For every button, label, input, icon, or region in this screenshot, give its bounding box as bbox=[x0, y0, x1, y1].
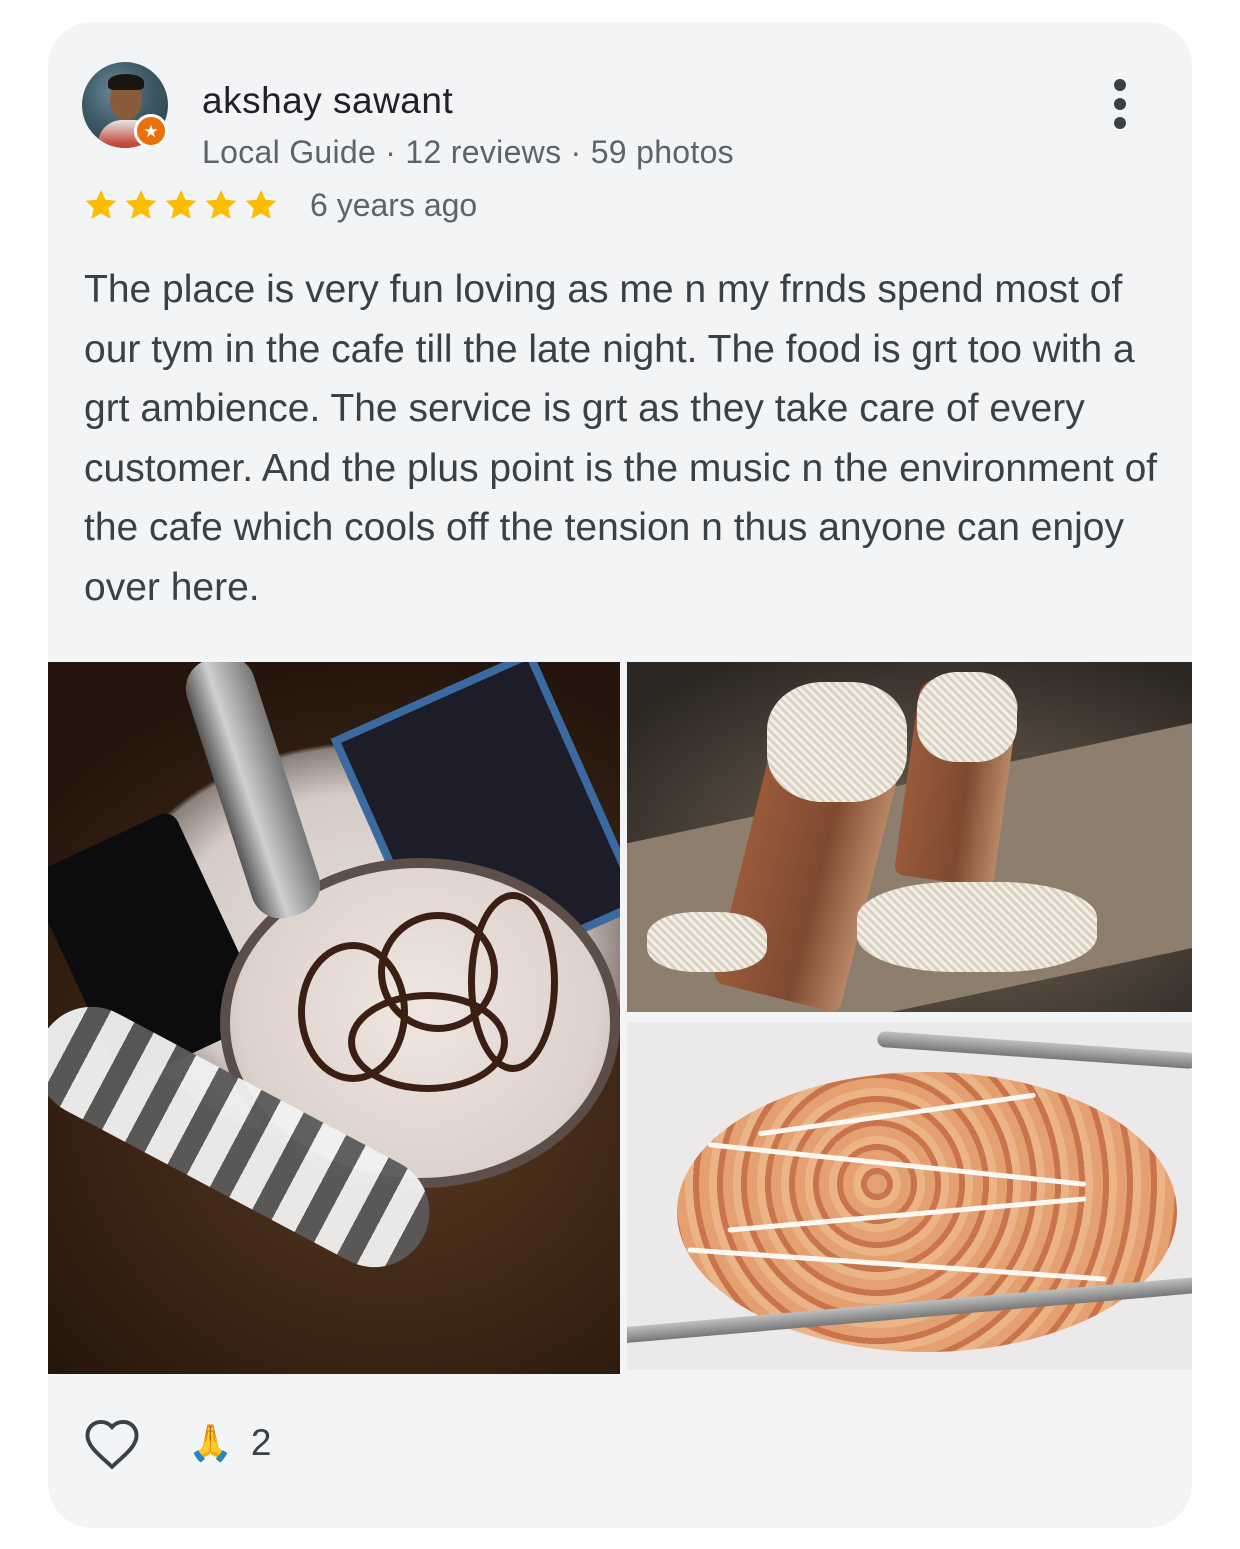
star-rating bbox=[82, 186, 280, 224]
review-photo-cheese-toast[interactable] bbox=[627, 662, 1192, 1012]
reaction-count: 2 bbox=[250, 1422, 272, 1463]
star-icon bbox=[165, 189, 197, 219]
review-card: ★ akshay sawant Local Guide · 12 reviews… bbox=[48, 22, 1192, 1528]
folded-hands-icon: 🙏 bbox=[188, 1422, 233, 1463]
star-icon bbox=[125, 189, 157, 219]
review-photo-pasta[interactable] bbox=[627, 1022, 1192, 1370]
review-time: 6 years ago bbox=[310, 187, 478, 223]
heart-outline-icon bbox=[85, 1419, 139, 1470]
reviewer-name[interactable]: akshay sawant bbox=[202, 80, 453, 122]
star-icon bbox=[205, 189, 237, 219]
star-icon bbox=[85, 189, 117, 219]
reaction-summary[interactable]: 🙏 2 bbox=[188, 1422, 271, 1464]
reviewer-meta: Local Guide · 12 reviews · 59 photos bbox=[202, 134, 734, 170]
review-text: The place is very fun loving as me n my … bbox=[84, 268, 1158, 609]
more-options-icon[interactable] bbox=[1100, 74, 1140, 134]
like-button[interactable] bbox=[82, 1416, 142, 1472]
star-icon bbox=[245, 189, 277, 219]
review-photo-milkshake[interactable] bbox=[48, 662, 620, 1374]
local-guide-star-icon: ★ bbox=[134, 114, 168, 148]
